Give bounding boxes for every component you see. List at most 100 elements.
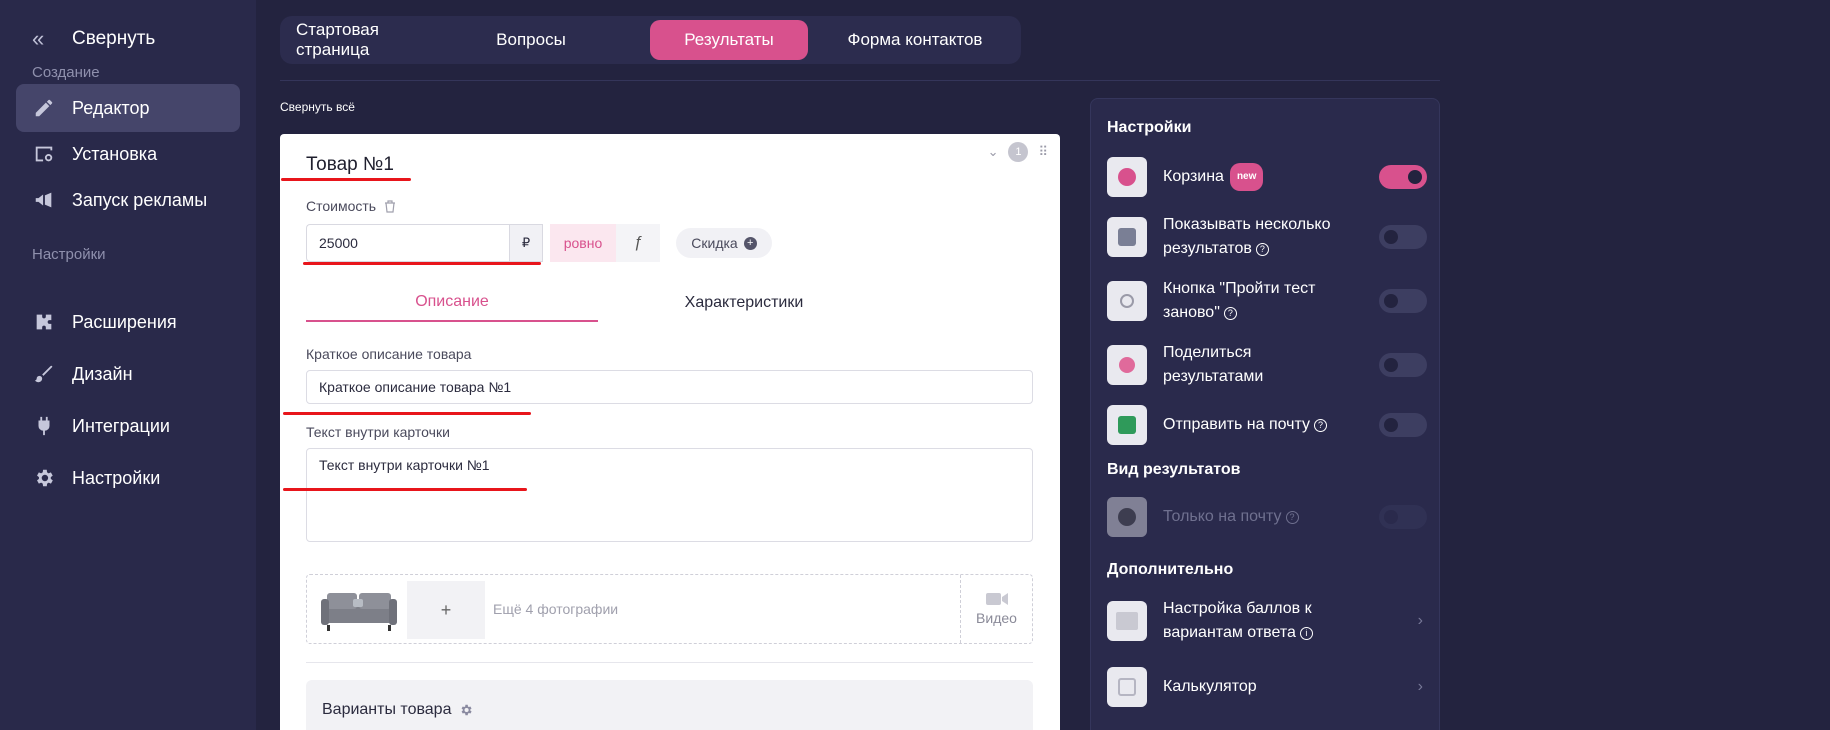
sidebar-item-label: Редактор — [72, 97, 150, 118]
setting-multiple-results: Показывать несколько результатов? — [1107, 213, 1427, 261]
price-input[interactable]: 25000 — [306, 224, 509, 262]
annotation-underline — [303, 262, 541, 265]
product-title[interactable]: Товар №1 — [306, 154, 394, 176]
puzzle-icon — [32, 310, 56, 334]
discount-label: Скидка — [691, 235, 738, 251]
panel-heading-view: Вид результатов — [1107, 461, 1241, 478]
video-camera-icon — [985, 593, 1008, 605]
price-mode-exact-button[interactable]: ровно — [550, 224, 616, 262]
results-settings-panel: Настройки Корзина new Показывать нескольк… — [1090, 98, 1440, 730]
price-label: Стоимость — [306, 198, 377, 214]
sidebar-item-ads[interactable]: Запуск рекламы — [16, 176, 240, 224]
sidebar-item-settings[interactable]: Настройки — [16, 454, 240, 502]
more-photos-hint: Ещё 4 фотографии — [493, 601, 619, 617]
price-label-row: Стоимость — [306, 198, 396, 214]
card-tools: ⌄ 1 ⠿ — [988, 142, 1048, 162]
setting-label: Кнопка "Пройти тест заново" — [1163, 280, 1316, 321]
help-icon[interactable]: ? — [1223, 307, 1237, 320]
product-variants-section[interactable]: Варианты товара — [306, 680, 1033, 730]
price-mode-formula-button[interactable]: ƒ — [616, 224, 660, 262]
setting-answer-scores[interactable]: Настройка баллов к вариантам ответа i › — [1107, 597, 1427, 645]
email-only-toggle — [1379, 505, 1427, 529]
setting-label: Только на почту — [1163, 508, 1282, 525]
setting-label: Настройка баллов к вариантам ответа — [1163, 600, 1312, 641]
cart-icon — [1107, 157, 1147, 197]
tab-start-page[interactable]: Стартовая страница — [296, 20, 456, 60]
email-only-icon — [1107, 497, 1147, 537]
annotation-underline — [283, 412, 531, 415]
scores-icon — [1107, 601, 1147, 641]
tab-questions[interactable]: Вопросы — [468, 20, 594, 60]
help-icon[interactable]: ? — [1314, 419, 1328, 432]
annotation-underline — [283, 488, 527, 491]
setting-label: Калькулятор — [1163, 678, 1257, 695]
tab-contact-form[interactable]: Форма контактов — [820, 20, 1010, 60]
panel-heading-settings: Настройки — [1107, 119, 1192, 136]
info-icon[interactable]: i — [1299, 627, 1313, 640]
plug-icon — [32, 414, 56, 438]
multiple-results-toggle[interactable] — [1379, 225, 1427, 249]
add-photo-button[interactable]: + — [407, 581, 485, 639]
collapse-all-link[interactable]: Свернуть всё — [280, 100, 355, 114]
setting-label: Показывать несколько результатов — [1163, 216, 1331, 257]
setting-label: Отправить на почту — [1163, 416, 1311, 433]
cart-toggle[interactable] — [1379, 165, 1427, 189]
gear-icon[interactable] — [459, 703, 473, 717]
setting-retake-button: Кнопка "Пройти тест заново"? — [1107, 277, 1427, 325]
sidebar-item-label: Установка — [72, 143, 158, 164]
calculator-icon — [1107, 667, 1147, 707]
trash-icon[interactable] — [384, 199, 396, 213]
discount-button[interactable]: Скидка + — [676, 228, 772, 258]
help-icon: ? — [1285, 511, 1299, 524]
sidebar-item-label: Дизайн — [72, 363, 133, 384]
setting-send-email: Отправить на почту? — [1107, 405, 1427, 445]
chevron-right-icon: › — [1417, 678, 1423, 695]
sidebar-item-label: Настройки — [72, 467, 161, 488]
video-label: Видео — [976, 610, 1017, 626]
short-desc-input[interactable]: Краткое описание товара №1 — [306, 370, 1033, 404]
tab-description[interactable]: Описание — [306, 284, 598, 322]
section-label-settings: Настройки — [32, 246, 106, 263]
plus-circle-icon: + — [743, 236, 757, 250]
multiple-results-icon — [1107, 217, 1147, 257]
sidebar: « Свернуть Создание Редактор Установка З… — [0, 0, 256, 730]
pencil-icon — [32, 96, 56, 120]
annotation-underline — [281, 178, 411, 181]
add-video-button[interactable]: Видео — [960, 575, 1032, 643]
setting-email-only: Только на почту? — [1107, 497, 1427, 537]
product-photo-thumbnail[interactable] — [319, 585, 399, 635]
setting-share-results: Поделиться результатами — [1107, 341, 1427, 389]
tab-characteristics[interactable]: Характеристики — [598, 284, 890, 322]
collapse-sidebar-button[interactable]: « Свернуть — [32, 28, 155, 50]
divider — [280, 80, 1440, 81]
share-toggle[interactable] — [1379, 353, 1427, 377]
inner-text-label: Текст внутри карточки — [306, 424, 450, 440]
sidebar-item-install[interactable]: Установка — [16, 130, 240, 178]
setting-label: Корзина — [1163, 168, 1224, 185]
currency-selector[interactable]: ₽ — [509, 224, 543, 262]
inner-text-textarea[interactable]: Текст внутри карточки №1 — [306, 448, 1033, 542]
retake-toggle[interactable] — [1379, 289, 1427, 313]
section-tabs: Стартовая страница Вопросы Результаты Фо… — [280, 16, 1021, 64]
short-desc-label: Краткое описание товара — [306, 346, 472, 362]
sidebar-item-extensions[interactable]: Расширения — [16, 298, 240, 346]
share-icon — [1107, 345, 1147, 385]
divider — [306, 662, 1033, 663]
install-icon — [32, 142, 56, 166]
brush-icon — [32, 362, 56, 386]
gear-icon — [32, 466, 56, 490]
sidebar-item-integrations[interactable]: Интеграции — [16, 402, 240, 450]
tab-results[interactable]: Результаты — [650, 20, 808, 60]
send-email-toggle[interactable] — [1379, 413, 1427, 437]
sidebar-item-editor[interactable]: Редактор — [16, 84, 240, 132]
setting-calculator[interactable]: Калькулятор › — [1107, 667, 1427, 707]
chevron-down-icon[interactable]: ⌄ — [988, 144, 999, 160]
card-index-badge: 1 — [1008, 142, 1029, 162]
collapse-label: Свернуть — [72, 28, 156, 49]
setting-cart: Корзина new — [1107, 157, 1427, 197]
setting-label: Поделиться результатами — [1163, 344, 1264, 385]
help-icon[interactable]: ? — [1255, 243, 1269, 256]
sidebar-item-design[interactable]: Дизайн — [16, 350, 240, 398]
drag-handle-icon[interactable]: ⠿ — [1038, 144, 1048, 160]
refresh-icon — [1107, 281, 1147, 321]
